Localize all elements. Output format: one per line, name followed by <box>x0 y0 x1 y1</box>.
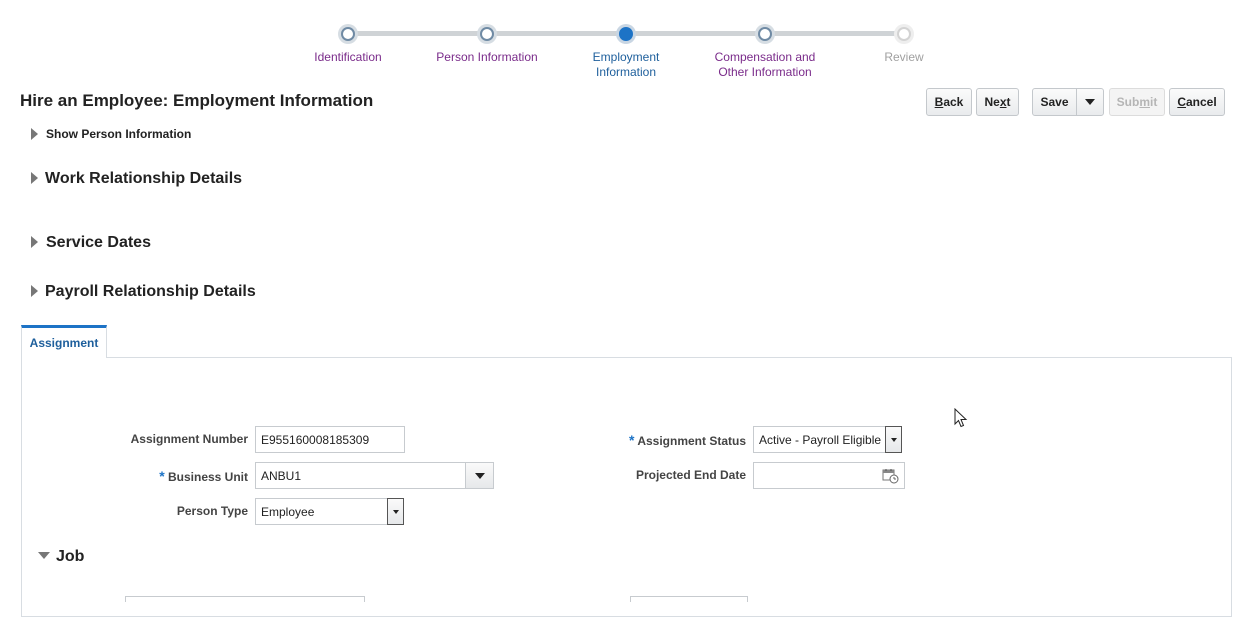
job-field-partial[interactable] <box>630 596 748 602</box>
next-button[interactable]: Ne x t <box>976 88 1019 116</box>
assignment-status-dropdown-button[interactable] <box>885 426 902 453</box>
business-unit-label-text: Business Unit <box>167 470 248 484</box>
chevron-down-icon <box>392 509 399 514</box>
projected-end-date-field[interactable] <box>753 462 905 489</box>
cancel-hotkey: C <box>1177 95 1186 109</box>
step-label-line: Compensation and <box>714 50 816 64</box>
step-employment-information-label: Employment Information <box>556 50 696 80</box>
person-type-dropdown-button[interactable] <box>387 498 404 525</box>
cancel-button[interactable]: Cancel <box>1169 88 1225 116</box>
collapse-triangle-icon[interactable] <box>38 552 50 559</box>
step-label-line: Other Information <box>718 65 812 79</box>
save-button[interactable]: Save <box>1032 88 1077 116</box>
step-identification-label[interactable]: Identification <box>278 50 418 65</box>
submit-button: Sub m it <box>1109 88 1165 116</box>
back-button[interactable]: Back <box>926 88 972 116</box>
projected-end-date-label: Projected End Date <box>635 468 746 482</box>
person-type-label: Person Type <box>176 504 248 518</box>
expand-triangle-icon[interactable] <box>31 236 38 248</box>
assignment-number-field[interactable]: E955160008185309 <box>255 426 405 453</box>
required-indicator: * <box>628 432 635 448</box>
work-relationship-details-header[interactable]: Work Relationship Details <box>45 170 242 188</box>
service-dates-header[interactable]: Service Dates <box>46 234 151 252</box>
next-label-post: t <box>1006 95 1011 109</box>
mouse-cursor-icon <box>954 408 968 428</box>
step-label-line: Employment <box>592 50 660 64</box>
step-label-line: Information <box>595 65 657 79</box>
cancel-label: ancel <box>1185 95 1217 109</box>
business-unit-dropdown-button[interactable] <box>465 462 494 489</box>
assignment-status-select[interactable]: Active - Payroll Eligible <box>753 426 902 453</box>
assignment-number-label: Assignment Number <box>130 432 248 446</box>
next-label-pre: Ne <box>984 95 1000 109</box>
expand-triangle-icon[interactable] <box>31 172 38 184</box>
page-title: Hire an Employee: Employment Information <box>20 91 374 110</box>
person-type-value: Employee <box>261 504 315 519</box>
step-employment-information-marker <box>619 27 633 41</box>
chevron-down-icon <box>474 472 485 479</box>
expand-triangle-icon[interactable] <box>31 128 38 140</box>
business-unit-field[interactable]: ANBU1 <box>255 462 494 489</box>
assignment-status-label: * Assignment Status <box>596 432 746 448</box>
step-review-label: Review <box>884 50 924 64</box>
job-field-partial[interactable] <box>125 596 365 602</box>
job-section-header[interactable]: Job <box>56 548 84 566</box>
back-hotkey: B <box>934 95 944 109</box>
business-unit-value: ANBU1 <box>261 468 302 483</box>
step-person-information-marker[interactable] <box>480 27 494 41</box>
chevron-down-icon <box>1085 99 1095 105</box>
payroll-relationship-details-header[interactable]: Payroll Relationship Details <box>45 283 256 301</box>
business-unit-label: * Business Unit <box>100 468 248 484</box>
step-compensation-marker[interactable] <box>758 27 772 41</box>
expand-triangle-icon[interactable] <box>31 285 38 297</box>
person-type-select[interactable]: Employee <box>255 498 404 525</box>
back-label: ack <box>943 95 964 109</box>
assignment-tab-panel <box>21 357 1232 617</box>
step-identification-marker[interactable] <box>341 27 355 41</box>
submit-label-post: it <box>1150 95 1158 109</box>
next-hotkey: x <box>999 95 1007 109</box>
show-person-information-toggle[interactable]: Show Person Information <box>46 127 191 141</box>
submit-label-pre: Sub <box>1116 95 1140 109</box>
calendar-icon[interactable] <box>882 468 899 484</box>
save-menu-button[interactable] <box>1076 88 1104 116</box>
tab-assignment[interactable]: Assignment <box>21 325 107 358</box>
required-indicator: * <box>159 468 165 484</box>
step-review-marker <box>897 27 911 41</box>
submit-hotkey: m <box>1139 95 1150 109</box>
step-person-information-label[interactable]: Person Information <box>417 50 557 65</box>
assignment-status-value: Active - Payroll Eligible <box>759 432 882 447</box>
step-compensation-label[interactable]: Compensation and Other Information <box>695 50 835 80</box>
chevron-down-icon <box>890 437 897 442</box>
assignment-status-label-text: Assignment Status <box>637 434 746 448</box>
